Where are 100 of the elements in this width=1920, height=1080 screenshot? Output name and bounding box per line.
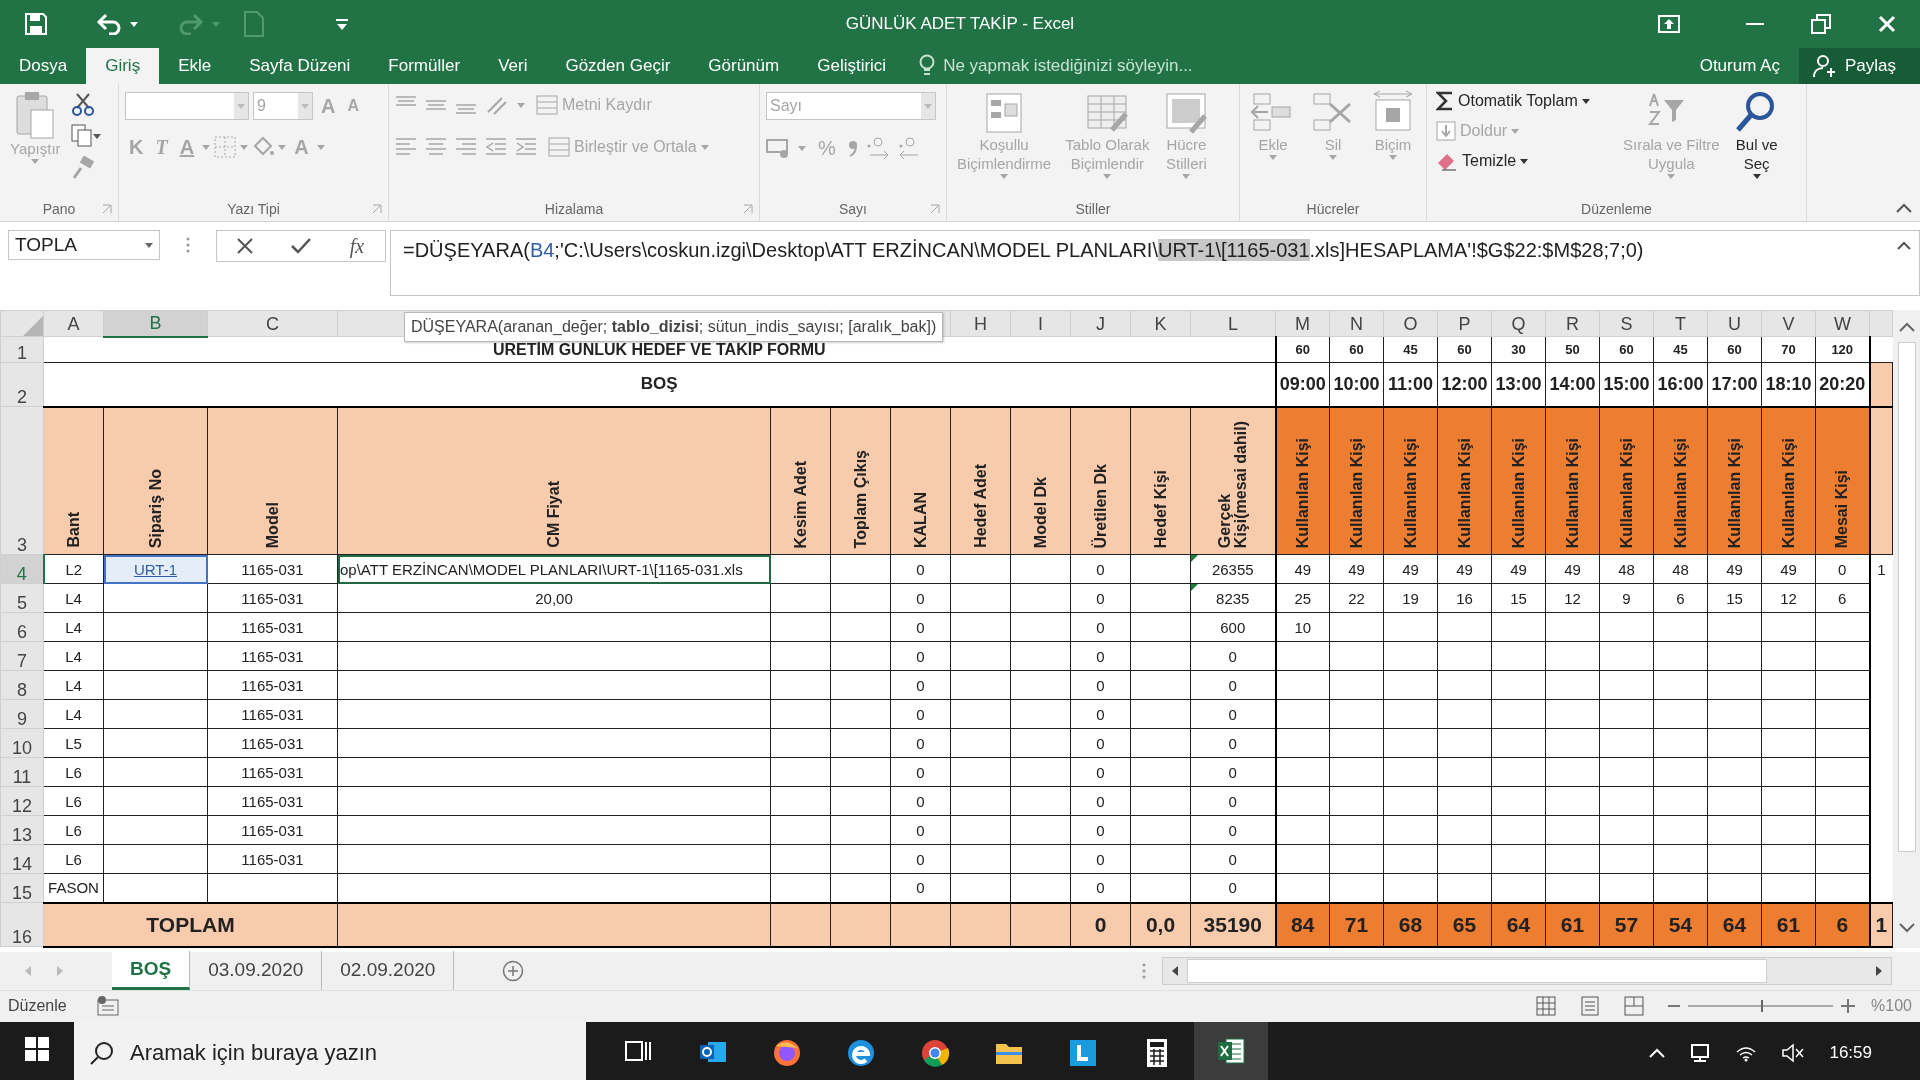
caret-icon[interactable] (1520, 158, 1529, 164)
table-cell[interactable]: 0 (890, 612, 951, 642)
table-cell[interactable]: 0 (1070, 612, 1131, 642)
chevron-up-icon[interactable] (1649, 1047, 1666, 1058)
table-cell[interactable]: 0 (890, 583, 951, 613)
table-cell[interactable]: 1165-031 (207, 554, 338, 584)
table-cell[interactable]: 0 (890, 699, 951, 729)
dialog-launcher-icon[interactable] (102, 204, 112, 214)
splitter-icon[interactable] (186, 237, 190, 253)
caret-icon[interactable] (1752, 173, 1761, 179)
row-header[interactable]: 8 (0, 670, 44, 700)
table-cell[interactable]: 0 (890, 757, 951, 787)
table-cell[interactable]: L5 (43, 728, 104, 758)
collapse-formula-bar-icon[interactable] (1897, 241, 1911, 250)
column-header[interactable]: P (1437, 310, 1492, 337)
table-cell[interactable]: 12 (1545, 583, 1600, 613)
table-cell[interactable]: 0 (1070, 641, 1131, 671)
collapse-ribbon-icon[interactable] (1896, 203, 1912, 213)
table-cell[interactable]: 0 (1070, 757, 1131, 787)
dialog-launcher-icon[interactable] (930, 204, 940, 214)
table-cell[interactable]: 1165-031 (207, 786, 338, 816)
sheet-tab[interactable]: BOŞ (112, 950, 191, 991)
column-header[interactable]: Q (1491, 310, 1546, 337)
zoom-in-button[interactable] (1841, 999, 1856, 1013)
add-sheet-icon[interactable] (502, 960, 525, 983)
table-cell[interactable]: L4 (43, 670, 104, 700)
row-header[interactable]: 12 (0, 786, 44, 816)
table-cell[interactable]: 0 (1070, 786, 1131, 816)
scrollbar-thumb[interactable] (1897, 342, 1916, 852)
table-cell[interactable]: op\ATT ERZİNCAN\MODEL PLANLARI\URT-1\[1165-031.xls (337, 554, 771, 584)
ribbon-tab[interactable]: Geliştirici (798, 48, 906, 84)
increase-indent-icon[interactable] (515, 137, 537, 157)
column-header[interactable]: B (103, 310, 208, 337)
column-header[interactable]: M (1275, 310, 1330, 337)
taskbar-app-button[interactable] (1194, 1021, 1268, 1080)
row-header[interactable]: 16 (0, 902, 44, 947)
table-cell[interactable]: 6 (1815, 583, 1870, 613)
table-cell[interactable]: L2 (43, 554, 104, 584)
column-header[interactable]: O (1383, 310, 1438, 337)
table-cell[interactable]: 0 (890, 670, 951, 700)
column-header[interactable]: S (1599, 310, 1654, 337)
table-cell[interactable]: 1165-031 (207, 844, 338, 874)
column-header[interactable]: C (207, 310, 338, 337)
table-cell[interactable]: 0 (890, 554, 951, 584)
tell-me-search[interactable]: Ne yapmak istediğinizi söyleyin... (943, 53, 1193, 79)
column-header[interactable]: L (1190, 310, 1276, 337)
column-header[interactable]: R (1545, 310, 1600, 337)
table-cell[interactable]: 0 (1070, 554, 1131, 584)
table-cell[interactable]: 0 (1190, 641, 1276, 671)
table-cell[interactable]: L6 (43, 815, 104, 845)
page-break-icon[interactable] (1624, 996, 1645, 1016)
table-cell[interactable]: 15 (1491, 583, 1546, 613)
normal-view-icon[interactable] (1536, 996, 1557, 1016)
select-all-button[interactable] (0, 310, 44, 337)
error-indicator-icon[interactable] (1191, 555, 1198, 562)
table-cell[interactable]: 0 (1070, 670, 1131, 700)
row-header[interactable]: 10 (0, 728, 44, 758)
table-cell[interactable]: 49 (1437, 554, 1492, 584)
table-cell[interactable]: 0 (1190, 670, 1276, 700)
table-cell[interactable]: 1165-031 (207, 670, 338, 700)
document-icon[interactable] (244, 11, 264, 37)
table-cell[interactable]: 0 (1190, 815, 1276, 845)
table-cell[interactable]: 0 (890, 728, 951, 758)
scroll-left-icon[interactable] (24, 964, 32, 977)
column-header[interactable]: U (1707, 310, 1762, 337)
horizontal-scrollbar[interactable] (1162, 956, 1892, 985)
money-icon[interactable] (766, 138, 790, 158)
table-cell[interactable]: 20,00 (337, 583, 771, 613)
table-cell[interactable]: 0 (1070, 844, 1131, 874)
table-cell[interactable]: 22 (1329, 583, 1384, 613)
table-cell[interactable]: 0 (890, 786, 951, 816)
table-cell[interactable]: 16 (1437, 583, 1492, 613)
copy-icon[interactable] (70, 124, 101, 148)
table-cell[interactable]: 0 (1070, 728, 1131, 758)
table-cell[interactable]: L4 (43, 641, 104, 671)
search-field[interactable]: Aramak için buraya yazın (128, 1035, 568, 1070)
table-cell[interactable]: 0 (1070, 583, 1131, 613)
table-cell[interactable]: 49 (1707, 554, 1762, 584)
borders-icon[interactable] (214, 136, 237, 158)
table-cell[interactable]: 0 (1190, 844, 1276, 874)
scrollbar-thumb[interactable] (1187, 958, 1767, 983)
error-indicator-icon[interactable] (1191, 584, 1198, 591)
table-cell[interactable]: L4 (43, 583, 104, 613)
table-cell[interactable]: 9 (1599, 583, 1654, 613)
caret-icon[interactable] (130, 21, 138, 27)
redo-icon[interactable] (178, 13, 204, 35)
format-painter-icon[interactable] (70, 156, 95, 180)
table-cell[interactable]: 0 (890, 641, 951, 671)
page-layout-icon[interactable] (1580, 996, 1601, 1016)
align-left-icon[interactable] (395, 137, 417, 157)
row-header[interactable]: 9 (0, 699, 44, 729)
table-cell[interactable]: 0 (1190, 786, 1276, 816)
table-cell[interactable]: 0 (1190, 699, 1276, 729)
row-header[interactable]: 3 (0, 406, 44, 555)
table-cell[interactable]: 0 (1070, 699, 1131, 729)
font-name-field[interactable] (125, 92, 249, 120)
table-cell[interactable]: 8235 (1190, 583, 1276, 613)
ribbon-tab[interactable]: Veri (479, 48, 547, 84)
customize-caret-icon[interactable] (336, 18, 348, 31)
table-cell[interactable]: 48 (1653, 554, 1708, 584)
